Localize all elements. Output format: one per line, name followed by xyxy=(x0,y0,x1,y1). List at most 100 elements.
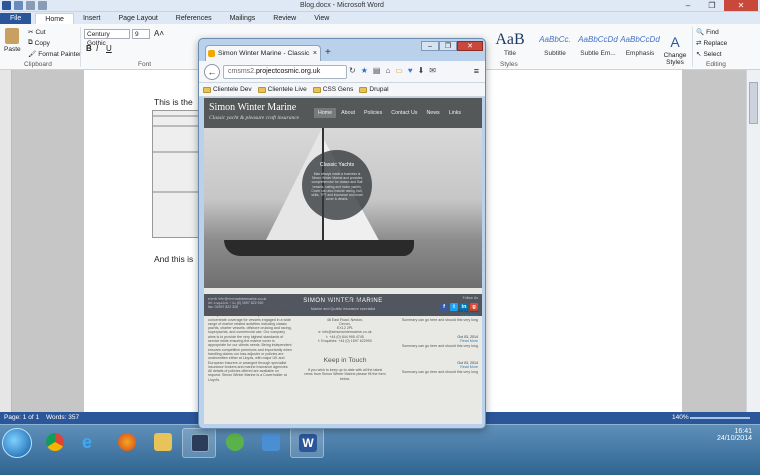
tab-review[interactable]: Review xyxy=(264,13,305,24)
style-subtitle[interactable]: AaBbCc. Subtitle xyxy=(535,30,575,62)
keep-in-touch-text: If you wish to keep up to date with all … xyxy=(304,368,386,381)
zoom-level[interactable]: 140% xyxy=(672,414,689,421)
minimize-button[interactable]: – xyxy=(676,0,700,11)
italic-button[interactable]: I xyxy=(96,44,98,53)
nav-links[interactable]: Links xyxy=(445,108,465,118)
page-count[interactable]: Page: 1 of 1 xyxy=(4,414,39,421)
cut-button[interactable]: ✂ Cut xyxy=(28,28,46,37)
tab-view[interactable]: View xyxy=(305,13,338,24)
ie-icon: e xyxy=(82,432,93,452)
tab-home[interactable]: Home xyxy=(35,13,74,24)
font-size-select[interactable]: 9 xyxy=(132,29,150,39)
system-tray[interactable]: 16:41 24/10/2014 xyxy=(717,428,752,442)
news-item[interactable]: Oct 03, 2014 Read More Summary can go he… xyxy=(396,309,478,322)
tab-page-layout[interactable]: Page Layout xyxy=(109,13,166,24)
nav-news[interactable]: News xyxy=(422,108,443,118)
taskbar-app[interactable] xyxy=(254,428,288,458)
address-bar[interactable]: cmsms2.projectcosmic.org.uk xyxy=(223,65,347,79)
bookmark-css-gens[interactable]: CSS Gens xyxy=(312,86,353,93)
styles-group-label: Styles xyxy=(500,61,518,68)
style-subtitle-preview: AaBbCc. xyxy=(539,35,571,44)
extension-icon[interactable]: ▭ xyxy=(395,66,403,75)
save-icon[interactable] xyxy=(14,1,23,10)
close-button[interactable]: ✕ xyxy=(724,0,758,11)
underline-button[interactable]: U xyxy=(106,44,112,53)
vertical-scrollbar[interactable] xyxy=(746,70,760,412)
start-button[interactable] xyxy=(2,428,32,458)
nav-about[interactable]: About xyxy=(337,108,359,118)
news-summary: Summary can go here and should this very… xyxy=(401,343,478,348)
home-icon[interactable]: ⌂ xyxy=(385,66,390,75)
grow-font-button[interactable]: A˄ xyxy=(154,29,164,38)
tab-close-icon[interactable]: × xyxy=(313,46,317,61)
site-logo[interactable]: Simon Winter Marine xyxy=(209,102,296,113)
tab-references[interactable]: References xyxy=(167,13,221,24)
taskbar-explorer[interactable] xyxy=(146,428,180,458)
bold-button[interactable]: B xyxy=(86,44,92,53)
download-icon[interactable]: ⬇ xyxy=(418,66,425,75)
nav-home[interactable]: Home xyxy=(314,108,337,118)
change-styles-button[interactable]: A Change Styles xyxy=(662,34,688,66)
zoom-slider[interactable] xyxy=(690,417,750,419)
font-family-select[interactable]: Century Gothic xyxy=(84,29,130,47)
tab-file[interactable]: File xyxy=(0,13,32,24)
word-app-icon[interactable] xyxy=(2,1,11,10)
style-subtle-emphasis[interactable]: AaBbCcDd Subtle Em... xyxy=(578,30,618,62)
reload-icon[interactable]: ↻ xyxy=(349,66,356,75)
vertical-ruler xyxy=(0,70,12,412)
window-controls: – ❐ ✕ xyxy=(676,0,758,11)
hero-info-circle: Classic Yachts Man always made a busines… xyxy=(302,150,372,220)
browser-maximize-button[interactable]: ❐ xyxy=(439,41,457,51)
replace-button[interactable]: ⇄ Replace xyxy=(696,39,727,48)
folder-icon xyxy=(154,433,172,451)
undo-icon[interactable] xyxy=(26,1,35,10)
nav-contact[interactable]: Contact Us xyxy=(387,108,421,118)
taskbar-ie[interactable]: e xyxy=(74,428,108,458)
word-count[interactable]: Words: 357 xyxy=(46,414,79,421)
bookmark-clientele-live[interactable]: Clientele Live xyxy=(257,86,307,93)
taskbar-app[interactable] xyxy=(218,428,252,458)
folder-icon xyxy=(257,86,266,93)
style-emphasis[interactable]: AaBbCcDd Emphasis xyxy=(620,30,660,62)
nav-policies[interactable]: Policies xyxy=(360,108,386,118)
taskbar-firefox[interactable] xyxy=(110,428,144,458)
browser-minimize-button[interactable]: – xyxy=(421,41,439,51)
reading-list-icon[interactable]: ▤ xyxy=(373,66,381,75)
maximize-button[interactable]: ❐ xyxy=(700,0,724,11)
news-summary: Summary can go here and should this very… xyxy=(401,317,478,322)
format-painter-label: Format Painter xyxy=(38,50,82,58)
style-title[interactable]: AaB Title xyxy=(490,30,530,62)
bookmark-star-icon[interactable]: ★ xyxy=(361,66,368,75)
news-item[interactable]: Oct 03, 2014 Read More Summary can go he… xyxy=(396,335,478,348)
paste-button[interactable]: Paste xyxy=(4,28,21,53)
taskbar-word[interactable]: W xyxy=(290,428,324,458)
tab-insert[interactable]: Insert xyxy=(74,13,110,24)
chat-icon[interactable]: ✉ xyxy=(429,66,436,75)
hero-text: Man always made a business is Simon Wint… xyxy=(311,172,363,202)
contact-address: Simon Winter Marine Limited, Riverside H… xyxy=(300,309,390,343)
browser-tab[interactable]: Simon Winter Marine - Classic Yac... × xyxy=(205,45,321,72)
new-tab-button[interactable]: + xyxy=(325,47,331,58)
back-button[interactable]: ← xyxy=(204,64,220,80)
hamburger-menu-icon[interactable]: ≡ xyxy=(474,66,479,76)
bookmark-clientele-dev[interactable]: Clientele Dev xyxy=(203,86,252,93)
copy-button[interactable]: ⧉ Copy xyxy=(28,39,50,47)
redo-icon[interactable] xyxy=(38,1,47,10)
format-painter-button[interactable]: 🖌 Format Painter xyxy=(28,50,82,59)
browser-close-button[interactable]: ✕ xyxy=(457,41,483,51)
yacht-hull xyxy=(224,240,414,256)
tab-mailings[interactable]: Mailings xyxy=(221,13,265,24)
keep-in-touch-title: Keep in Touch xyxy=(323,357,367,364)
pocket-icon[interactable]: ♥ xyxy=(408,66,413,75)
doc-paragraph[interactable]: This is the xyxy=(154,97,193,107)
scroll-thumb[interactable] xyxy=(749,82,758,124)
doc-paragraph[interactable]: And this is xyxy=(154,254,193,264)
taskbar-photoshop[interactable] xyxy=(182,428,216,458)
paste-icon xyxy=(5,28,20,44)
find-button[interactable]: 🔍 Find xyxy=(696,28,719,37)
taskbar-chrome[interactable] xyxy=(38,428,72,458)
select-button[interactable]: ↖ Select xyxy=(696,50,722,59)
browser-title-bar: Simon Winter Marine - Classic Yac... × +… xyxy=(199,39,485,72)
news-item[interactable]: Oct 03, 2014 Read More Summary can go he… xyxy=(396,361,478,374)
bookmark-drupal[interactable]: Drupal xyxy=(359,86,389,93)
